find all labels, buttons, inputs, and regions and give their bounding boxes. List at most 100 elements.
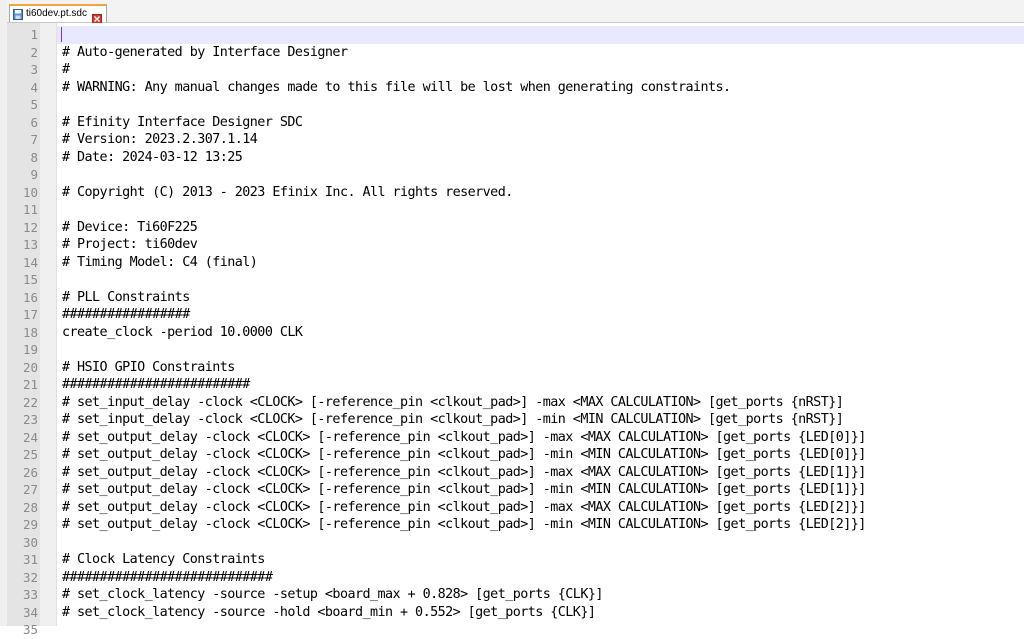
line-number: 11 <box>22 202 38 217</box>
code-text[interactable]: # Efinity Interface Designer SDC <box>62 114 303 132</box>
code-text[interactable]: # set_input_delay -clock <CLOCK> [-refer… <box>62 411 844 429</box>
code-text[interactable]: # Version: 2023.2.307.1.14 <box>62 131 258 149</box>
code-text[interactable]: # set_output_delay -clock <CLOCK> [-refe… <box>62 446 866 464</box>
code-line[interactable]: 26 # set_output_delay -clock <CLOCK> [-re… <box>7 464 1024 482</box>
line-number: 23 <box>22 412 38 427</box>
line-number: 32 <box>22 569 38 585</box>
code-line[interactable]: 15 <box>7 271 1024 289</box>
code-text[interactable]: ############################ <box>62 569 273 587</box>
code-line[interactable]: 16 # PLL Constraints <box>7 289 1024 307</box>
line-number: 2 <box>30 44 38 60</box>
code-line[interactable]: 21 ######################### <box>7 376 1024 394</box>
line-number: 24 <box>22 429 38 445</box>
code-editor[interactable]: 1 2 # Auto-generated by Interface Designer… <box>7 23 1024 637</box>
code-line[interactable]: 20 # HSIO GPIO Constraints <box>7 359 1024 377</box>
code-line[interactable]: 8 # Date: 2024-03-12 13:25 <box>7 149 1024 167</box>
code-line[interactable]: 14 # Timing Model: C4 (final) <box>7 254 1024 272</box>
line-number: 21 <box>22 377 38 392</box>
code-line[interactable]: 24 # set_output_delay -clock <CLOCK> [-re… <box>7 429 1024 447</box>
line-number: 6 <box>30 114 38 130</box>
code-text[interactable]: # PLL Constraints <box>62 289 190 307</box>
line-number: 17 <box>22 307 38 322</box>
code-text[interactable]: ################# <box>62 306 190 324</box>
line-number: 31 <box>22 552 38 567</box>
code-text[interactable]: # set_output_delay -clock <CLOCK> [-refe… <box>62 499 866 517</box>
code-line[interactable]: 34 # set_clock_latency -source -hold <boa… <box>7 604 1024 622</box>
code-line[interactable]: 23 # set_input_delay -clock <CLOCK> [-ref… <box>7 411 1024 429</box>
code-text[interactable]: # Date: 2024-03-12 13:25 <box>62 149 243 167</box>
code-line[interactable]: 17 ################# <box>7 306 1024 324</box>
code-text[interactable]: # set_output_delay -clock <CLOCK> [-refe… <box>62 429 866 447</box>
code-line[interactable]: 13 # Project: ti60dev <box>7 236 1024 254</box>
code-text[interactable]: # set_output_delay -clock <CLOCK> [-refe… <box>62 464 866 482</box>
line-number: 29 <box>22 517 38 532</box>
code-text[interactable]: # Timing Model: C4 (final) <box>62 254 258 272</box>
line-number: 13 <box>22 237 38 252</box>
tab-bar: ti60dev.pt.sdc <box>7 0 1024 24</box>
line-number: 8 <box>30 149 38 165</box>
code-line[interactable]: 5 <box>7 96 1024 114</box>
code-line[interactable]: 11 <box>7 201 1024 219</box>
code-text[interactable]: # Device: Ti60F225 <box>62 219 198 237</box>
code-text[interactable]: # <box>62 61 70 79</box>
code-text[interactable]: # Copyright (C) 2013 - 2023 Efinix Inc. … <box>62 184 513 202</box>
code-line[interactable]: 32 ############################ <box>7 569 1024 587</box>
code-line[interactable]: 3 # <box>7 61 1024 79</box>
code-text[interactable]: # set_clock_latency -source -setup <boar… <box>62 586 603 604</box>
line-number: 26 <box>22 464 38 480</box>
code-line[interactable]: 31 # Clock Latency Constraints <box>7 551 1024 569</box>
line-number: 33 <box>22 587 38 602</box>
code-text[interactable]: # Clock Latency Constraints <box>62 551 265 569</box>
code-line[interactable]: 35 <box>7 621 1024 639</box>
line-number: 12 <box>22 219 38 235</box>
code-text[interactable]: ######################### <box>62 376 250 394</box>
line-number: 4 <box>30 79 38 95</box>
code-text[interactable]: # set_input_delay -clock <CLOCK> [-refer… <box>62 394 844 412</box>
code-line[interactable]: 6 # Efinity Interface Designer SDC <box>7 114 1024 132</box>
code-text[interactable]: create_clock -period 10.0000 CLK <box>62 324 303 342</box>
line-number: 27 <box>22 482 38 497</box>
code-line[interactable]: 33 # set_clock_latency -source -setup <bo… <box>7 586 1024 604</box>
code-line[interactable]: 29 # set_output_delay -clock <CLOCK> [-re… <box>7 516 1024 534</box>
code-line[interactable]: 30 <box>7 534 1024 552</box>
code-line[interactable]: 4 # WARNING: Any manual changes made to t… <box>7 79 1024 97</box>
line-number: 30 <box>22 534 38 550</box>
code-text[interactable]: # set_clock_latency -source -hold <board… <box>62 604 596 622</box>
code-line[interactable]: 25 # set_output_delay -clock <CLOCK> [-re… <box>7 446 1024 464</box>
close-icon[interactable] <box>91 9 102 24</box>
code-text[interactable]: # Project: ti60dev <box>62 236 198 254</box>
code-text[interactable]: # HSIO GPIO Constraints <box>62 359 235 377</box>
code-line[interactable]: 12 # Device: Ti60F225 <box>7 219 1024 237</box>
tab-title: ti60dev.pt.sdc <box>26 8 87 19</box>
line-number: 14 <box>22 254 38 270</box>
line-number: 9 <box>30 167 38 182</box>
code-text[interactable]: # Auto-generated by Interface Designer <box>62 44 348 62</box>
line-number: 5 <box>30 97 38 112</box>
line-number: 19 <box>22 342 38 357</box>
code-line[interactable]: 18 create_clock -period 10.0000 CLK <box>7 324 1024 342</box>
line-number: 18 <box>22 324 38 340</box>
code-text[interactable]: # WARNING: Any manual changes made to th… <box>62 79 731 97</box>
code-line[interactable]: 19 <box>7 341 1024 359</box>
line-number: 10 <box>22 184 38 200</box>
line-number: 1 <box>30 27 38 42</box>
line-number: 15 <box>22 272 38 287</box>
code-line[interactable]: 7 # Version: 2023.2.307.1.14 <box>7 131 1024 149</box>
code-line[interactable]: 2 # Auto-generated by Interface Designer <box>7 44 1024 62</box>
code-text[interactable]: # set_output_delay -clock <CLOCK> [-refe… <box>62 516 866 534</box>
code-text[interactable]: # set_output_delay -clock <CLOCK> [-refe… <box>62 481 866 499</box>
line-number: 20 <box>22 359 38 375</box>
code-line[interactable]: 10 # Copyright (C) 2013 - 2023 Efinix Inc… <box>7 184 1024 202</box>
line-number: 28 <box>22 499 38 515</box>
line-number: 35 <box>22 622 38 637</box>
code-line[interactable]: 1 <box>7 26 1024 44</box>
code-line[interactable]: 28 # set_output_delay -clock <CLOCK> [-re… <box>7 499 1024 517</box>
line-number: 3 <box>30 62 38 77</box>
code-line[interactable]: 9 <box>7 166 1024 184</box>
code-line[interactable]: 22 # set_input_delay -clock <CLOCK> [-ref… <box>7 394 1024 412</box>
line-number: 16 <box>22 289 38 305</box>
line-number: 34 <box>22 604 38 620</box>
code-line[interactable]: 27 # set_output_delay -clock <CLOCK> [-re… <box>7 481 1024 499</box>
line-number: 25 <box>22 447 38 462</box>
tab-ti60dev-pt-sdc[interactable]: ti60dev.pt.sdc <box>9 4 107 24</box>
